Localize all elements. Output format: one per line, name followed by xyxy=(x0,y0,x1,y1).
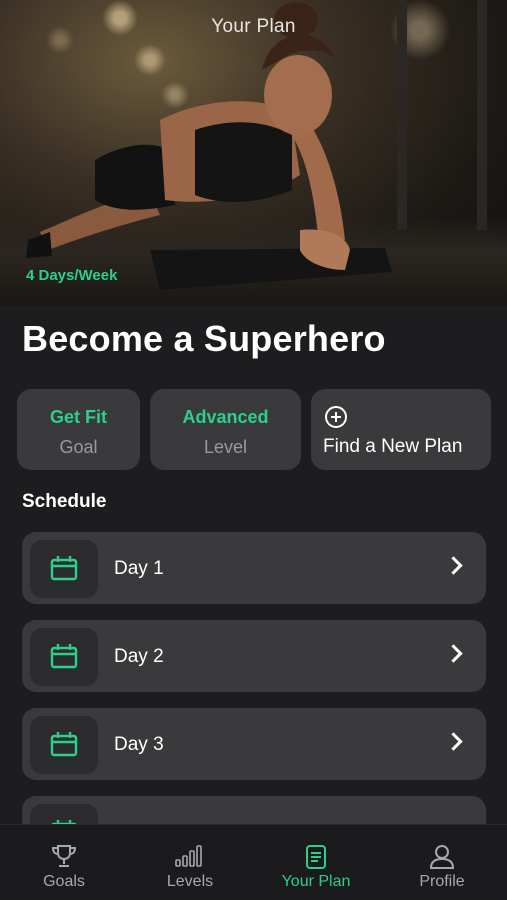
chevron-right-icon xyxy=(444,556,463,575)
day-label: Day 2 xyxy=(114,646,164,667)
tab-goals[interactable]: Goals xyxy=(1,825,127,900)
tab-your-plan-label: Your Plan xyxy=(281,873,351,890)
hero-image: Your Plan 4 Days/Week xyxy=(0,0,507,306)
schedule-day-row[interactable]: Day 2 xyxy=(22,620,486,692)
frequency-badge: 4 Days/Week xyxy=(26,267,118,284)
level-label: Level xyxy=(203,437,248,457)
trophy-icon xyxy=(51,845,77,867)
goal-value: Get Fit xyxy=(50,407,107,427)
calendar-icon xyxy=(50,556,78,581)
tab-levels-label: Levels xyxy=(166,873,214,890)
athlete-planking-illustration xyxy=(26,2,392,290)
person-icon xyxy=(429,845,455,869)
calendar-icon xyxy=(50,644,78,669)
find-new-plan-label: Find a New Plan xyxy=(323,436,463,457)
calendar-icon-box xyxy=(30,628,98,686)
find-new-plan-button[interactable]: Find a New Plan xyxy=(311,389,491,470)
tab-bar: Goals Levels Your Plan Profile xyxy=(0,824,507,900)
calendar-icon xyxy=(50,732,78,757)
calendar-icon-box xyxy=(30,716,98,774)
chevron-right-icon xyxy=(444,644,463,663)
tab-profile[interactable]: Profile xyxy=(379,825,505,900)
schedule-day-row[interactable]: Day 1 xyxy=(22,532,486,604)
screen-title: Your Plan xyxy=(211,16,296,37)
tab-your-plan[interactable]: Your Plan xyxy=(253,825,379,900)
schedule-day-row[interactable] xyxy=(22,796,486,824)
goal-card: Get Fit Goal xyxy=(17,389,140,470)
calendar-icon-box xyxy=(30,540,98,598)
chevron-right-icon xyxy=(444,732,463,751)
plus-circle-icon xyxy=(325,406,347,428)
schedule-heading: Schedule xyxy=(22,491,107,512)
schedule-list[interactable]: Day 1 Day 2 Day 3 xyxy=(22,532,486,824)
day-label: Day 3 xyxy=(114,734,164,755)
goal-label: Goal xyxy=(59,437,98,457)
level-card: Advanced Level xyxy=(150,389,301,470)
day-label: Day 1 xyxy=(114,558,164,579)
document-icon xyxy=(306,845,326,869)
plan-title: Become a Superhero xyxy=(22,318,386,359)
level-value: Advanced xyxy=(182,407,269,427)
calendar-icon-box xyxy=(30,804,98,824)
schedule-day-row[interactable]: Day 3 xyxy=(22,708,486,780)
tab-profile-label: Profile xyxy=(419,873,465,890)
bar-chart-icon xyxy=(175,845,202,867)
tab-goals-label: Goals xyxy=(43,873,85,890)
tab-levels[interactable]: Levels xyxy=(127,825,253,900)
